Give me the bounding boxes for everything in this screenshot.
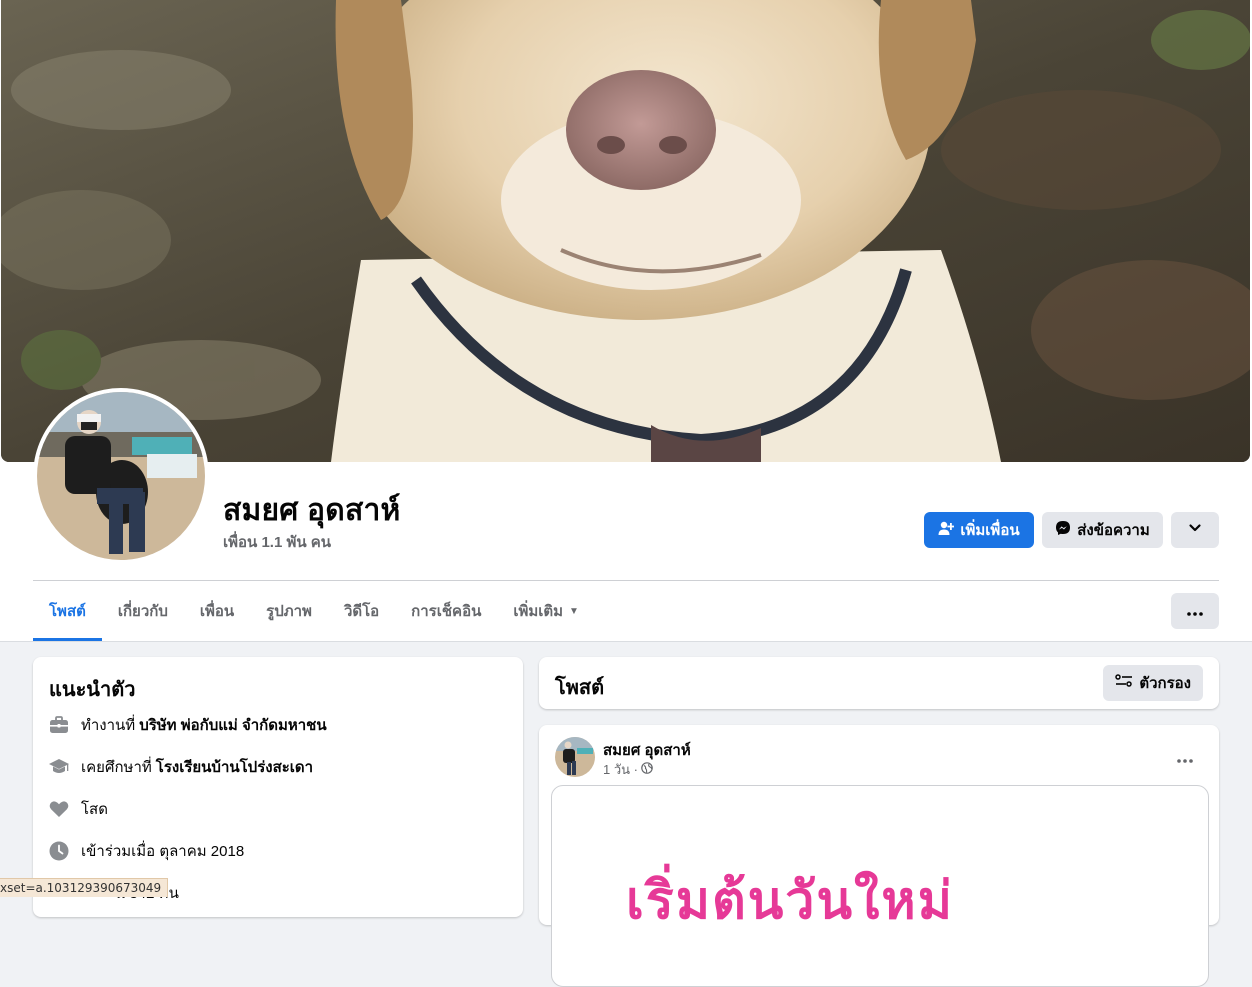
caret-down-icon: ▼ (569, 605, 579, 617)
tab-label: เพื่อน (199, 603, 235, 620)
tab-label: วิดีโอ (343, 603, 380, 620)
tab-checkins[interactable]: การเช็คอิน (395, 581, 497, 641)
tab-videos[interactable]: วิดีโอ (328, 581, 395, 641)
ellipsis-icon (1187, 603, 1203, 620)
tab-label: รูปภาพ (266, 603, 312, 620)
chevron-down-icon (1188, 521, 1202, 539)
message-button[interactable]: ส่งข้อความ (1042, 512, 1163, 548)
status-bar-url: xset=a.103129390673049 (0, 878, 169, 897)
post-image-text: เริ่มต้นวันใหม่ (626, 871, 954, 931)
work-prefix: ทำงานที่ (81, 717, 136, 734)
post-card: สมยศ อุดสาห์ 1 วัน · เริ่มต้นวันใหม่ (539, 725, 1219, 987)
post-author-avatar[interactable] (555, 737, 595, 777)
clock-icon (49, 841, 69, 861)
filter-icon (1115, 673, 1133, 693)
avatar (37, 392, 205, 560)
profile-name: สมยศ อุดสาห์ (223, 494, 401, 527)
graduation-cap-icon (49, 757, 69, 777)
intro-joined: เข้าร่วมเมื่อ ตุลาคม 2018 (49, 839, 244, 863)
posts-header-card: โพสต์ ตัวกรอง (539, 657, 1219, 709)
tab-posts[interactable]: โพสต์ (33, 581, 102, 641)
tab-label: โพสต์ (49, 603, 86, 620)
avatar-image (37, 392, 205, 560)
relationship-status: โสด (81, 801, 108, 818)
globe-icon (641, 762, 653, 777)
work-place-link[interactable]: บริษัท พ่อกับแม่ จำกัดมหาชน (139, 713, 326, 737)
tab-friends[interactable]: เพื่อน (184, 581, 250, 641)
profile-menu-button[interactable] (1171, 512, 1219, 548)
add-friend-icon (938, 520, 955, 540)
intro-education: เคยศึกษาที่ โรงเรียนบ้านโปร่งสะเดา (49, 755, 313, 779)
briefcase-icon (49, 715, 69, 735)
posts-title: โพสต์ (555, 677, 605, 699)
joined-date: เข้าร่วมเมื่อ ตุลาคม 2018 (81, 843, 245, 860)
tab-label: เพิ่มเติม (513, 603, 564, 620)
profile-avatar[interactable] (33, 388, 209, 564)
message-label: ส่งข้อความ (1077, 522, 1150, 539)
tab-label: เกี่ยวกับ (117, 603, 168, 620)
tab-about[interactable]: เกี่ยวกับ (102, 581, 184, 641)
cover-photo-image (1, 0, 1250, 462)
ellipsis-icon (1177, 747, 1193, 768)
tab-label: การเช็คอิน (411, 603, 482, 620)
tab-more[interactable]: เพิ่มเติม ▼ (497, 581, 595, 641)
messenger-icon (1055, 520, 1071, 540)
profile-tabs: โพสต์ เกี่ยวกับ เพื่อน รูปภาพ วิดีโอ การ… (33, 581, 595, 641)
friends-count[interactable]: เพื่อน 1.1 พัน คน (223, 530, 331, 554)
heart-icon (49, 799, 69, 819)
intro-work: ทำงานที่ บริษัท พ่อกับแม่ จำกัดมหาชน (49, 713, 327, 737)
cover-photo[interactable] (1, 0, 1250, 462)
post-time[interactable]: 1 วัน · (603, 759, 638, 780)
add-friend-button[interactable]: เพิ่มเพื่อน (924, 512, 1034, 548)
study-prefix: เคยศึกษาที่ (81, 759, 152, 776)
tab-photos[interactable]: รูปภาพ (250, 581, 328, 641)
post-avatar-image (555, 737, 595, 777)
filter-button[interactable]: ตัวกรอง (1103, 665, 1203, 701)
study-place-link[interactable]: โรงเรียนบ้านโปร่งสะเดา (156, 755, 313, 779)
intro-title: แนะนำตัว (49, 679, 136, 701)
post-more-options-button[interactable] (1167, 739, 1203, 775)
filter-label: ตัวกรอง (1139, 675, 1191, 692)
post-meta: 1 วัน · (603, 759, 653, 780)
tabs-more-options-button[interactable] (1171, 593, 1219, 629)
add-friend-label: เพิ่มเพื่อน (960, 522, 1020, 539)
post-image[interactable]: เริ่มต้นวันใหม่ (551, 785, 1209, 987)
intro-relationship: โสด (49, 797, 108, 821)
